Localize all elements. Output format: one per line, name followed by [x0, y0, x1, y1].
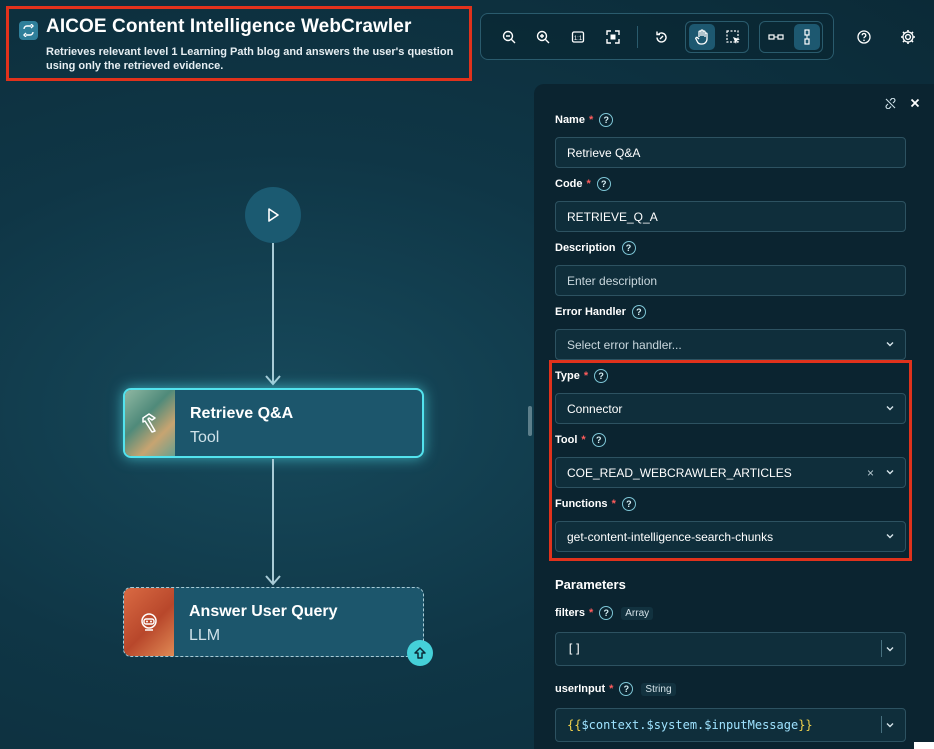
parameters-title: Parameters [555, 577, 626, 592]
svg-text:1:1: 1:1 [574, 36, 583, 42]
user-input-expression: {{$context.$system.$inputMessage}} [567, 718, 813, 732]
chevron-down-icon[interactable] [885, 720, 895, 730]
description-field[interactable]: Enter description [555, 265, 906, 296]
horizontal-layout-icon[interactable] [763, 24, 789, 50]
vertical-layout-icon[interactable] [794, 24, 820, 50]
help-icon[interactable]: ? [599, 606, 614, 620]
filters-field[interactable]: [] [555, 632, 906, 666]
help-icon[interactable]: ? [596, 177, 611, 191]
workflow-title: AICOE Content Intelligence WebCrawler [46, 16, 412, 37]
zoom-in-icon[interactable] [530, 24, 556, 50]
user-input-label: userInput *? String [555, 682, 676, 696]
chevron-down-icon[interactable] [885, 644, 895, 654]
connector-config-highlight [549, 360, 912, 561]
settings-icon[interactable] [895, 24, 921, 50]
fit-view-icon[interactable] [600, 24, 626, 50]
edge-start-to-retrieve [272, 243, 274, 383]
select-icon[interactable] [720, 24, 746, 50]
node-title: Retrieve Q&A [190, 405, 294, 422]
name-label: Name *? [555, 113, 614, 127]
name-field[interactable]: Retrieve Q&A [555, 137, 906, 168]
arrow-head [265, 575, 281, 586]
chevron-down-icon [886, 342, 894, 347]
upload-icon[interactable] [407, 640, 433, 666]
play-icon [268, 208, 279, 222]
code-label: Code *? [555, 177, 611, 191]
node-type: LLM [189, 627, 221, 644]
hammer-icon [125, 390, 175, 456]
type-tag: String [641, 682, 676, 696]
reset-icon[interactable] [648, 24, 674, 50]
help-icon[interactable]: ? [631, 305, 646, 319]
start-node[interactable] [245, 187, 301, 243]
description-label: Description? [555, 241, 636, 255]
actual-size-icon[interactable]: 1:1 [565, 24, 591, 50]
interaction-mode-group [685, 21, 749, 53]
error-handler-label: Error Handler? [555, 305, 646, 319]
error-handler-select[interactable]: Select error handler... [555, 329, 906, 360]
help-icon[interactable]: ? [621, 241, 636, 255]
close-icon[interactable] [910, 98, 920, 108]
type-tag: Array [621, 606, 654, 620]
node-title: Answer User Query [189, 603, 338, 620]
workflow-subtitle: Retrieves relevant level 1 Learning Path… [46, 46, 454, 72]
node-type: Tool [190, 429, 220, 446]
arrow-head [265, 375, 281, 386]
help-icon[interactable]: ? [619, 682, 634, 696]
workflow-header: AICOE Content Intelligence WebCrawler Re… [6, 6, 472, 81]
edge-retrieve-to-answer [272, 459, 274, 583]
pan-hand-icon[interactable] [689, 24, 715, 50]
unlink-icon[interactable] [885, 98, 896, 109]
node-answer-user-query[interactable]: Answer User Query LLM [123, 587, 424, 657]
panel-resize-handle[interactable] [528, 406, 532, 436]
workflow-icon [19, 21, 38, 40]
user-input-field[interactable]: {{$context.$system.$inputMessage}} [555, 708, 906, 742]
filters-label: filters *? Array [555, 606, 654, 620]
node-retrieve-qa[interactable]: Retrieve Q&A Tool [123, 388, 424, 458]
canvas-toolbar: 1:1 [480, 13, 834, 60]
code-field[interactable]: RETRIEVE_Q_A [555, 201, 906, 232]
help-icon[interactable] [851, 24, 877, 50]
help-icon[interactable]: ? [599, 113, 614, 127]
layout-mode-group [759, 21, 823, 53]
zoom-out-icon[interactable] [496, 24, 522, 50]
robot-icon [124, 588, 174, 656]
